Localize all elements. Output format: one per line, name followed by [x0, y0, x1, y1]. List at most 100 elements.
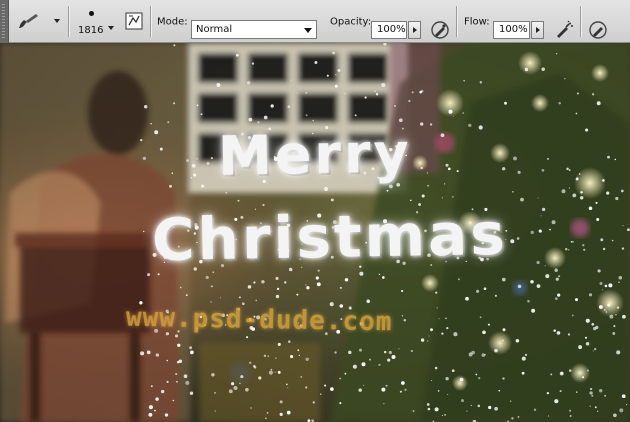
snow-speck [436, 307, 438, 309]
snow-speck [258, 376, 262, 380]
snow-speck [404, 388, 407, 391]
snow-speck [619, 408, 624, 413]
snow-speck [185, 380, 190, 385]
snow-speck [231, 382, 235, 386]
snow-speck [270, 368, 273, 371]
snow-speck [330, 198, 334, 202]
snow-speck [277, 342, 281, 346]
snow-speck [551, 220, 556, 225]
snow-speck [166, 380, 169, 383]
brush-size-value: 1816 [78, 25, 104, 36]
snow-speck [616, 350, 621, 355]
snow-speck [140, 351, 145, 356]
snow-speck [555, 277, 559, 281]
snow-speck [214, 410, 216, 412]
snow-speck [517, 415, 520, 418]
airbrush-button[interactable] [554, 20, 574, 40]
snow-speck [190, 176, 193, 179]
snow-speck [276, 287, 280, 291]
snow-speck [148, 405, 153, 410]
snow-speck [265, 417, 267, 420]
snow-speck [476, 289, 480, 293]
snow-speck [401, 315, 404, 317]
pressure-size-button[interactable] [588, 20, 608, 40]
snow-speck [558, 102, 561, 105]
snow-speck [428, 335, 430, 337]
snow-speck [420, 338, 425, 342]
snow-speck [176, 380, 178, 383]
snow-speck [445, 377, 449, 381]
snow-speck [324, 187, 328, 191]
snow-speck [196, 158, 198, 160]
snow-speck [315, 276, 319, 280]
snow-speck [210, 285, 213, 288]
snow-speck [296, 293, 299, 296]
opacity-input[interactable]: 100% [371, 21, 407, 39]
snow-speck [613, 413, 617, 418]
snow-speck [237, 199, 240, 202]
pressure-opacity-button[interactable] [430, 20, 450, 40]
snow-speck [469, 352, 471, 354]
snow-speck [398, 348, 400, 350]
snow-speck [457, 278, 460, 281]
snow-speck [567, 333, 571, 336]
snow-speck [154, 130, 159, 135]
snow-speck [627, 228, 630, 232]
snow-speck [419, 90, 423, 94]
snow-speck [312, 401, 315, 404]
brush-tip-preview [89, 11, 94, 16]
toolbar-grip[interactable] [0, 0, 9, 43]
brush-preset-picker[interactable]: 1816 [74, 6, 118, 38]
snow-speck [559, 390, 562, 393]
snow-speck [530, 230, 534, 235]
snow-speck [320, 393, 322, 395]
snow-speck [173, 102, 176, 105]
snow-speck [568, 169, 571, 171]
flow-label: Flow: [464, 16, 490, 28]
snow-speck [266, 412, 269, 414]
snow-speck [434, 407, 439, 412]
opacity-label: Opacity: [330, 16, 372, 28]
opacity-slider-button[interactable] [408, 21, 421, 39]
toggle-brush-panel-button[interactable] [124, 11, 144, 31]
snow-speck [441, 197, 443, 199]
tool-preset-picker[interactable] [14, 10, 60, 32]
snow-speck [540, 215, 542, 217]
snow-speck [520, 197, 524, 202]
snow-speck [607, 303, 611, 307]
snow-speck [344, 372, 347, 375]
snow-speck [530, 280, 534, 284]
snow-speck [582, 376, 585, 379]
snow-speck [142, 156, 146, 160]
snow-speck [401, 381, 405, 385]
snow-speck [626, 404, 628, 406]
caret-down-icon [54, 19, 60, 23]
snow-speck [547, 415, 550, 417]
snow-speck [314, 61, 318, 64]
snow-speck [225, 191, 228, 194]
snow-speck [571, 240, 574, 243]
snow-speck [615, 314, 617, 316]
snow-speck [441, 414, 443, 417]
snow-speck [453, 115, 455, 117]
snow-speck [566, 167, 569, 171]
flow-input[interactable]: 100% [493, 21, 530, 39]
snow-speck [612, 332, 616, 335]
snow-speck [361, 362, 366, 367]
snow-speck [459, 377, 464, 382]
pressure-size-icon [589, 21, 607, 39]
snow-speck [502, 167, 506, 171]
blend-mode-select[interactable]: Normal [191, 20, 317, 39]
snow-speck [568, 249, 570, 251]
divider [580, 6, 582, 37]
snow-speck [443, 183, 446, 185]
snow-speck [211, 373, 215, 377]
flow-slider-button[interactable] [531, 21, 544, 39]
document-canvas[interactable]: Merry Christmas www.psd-dude.com [0, 43, 630, 422]
snow-speck [375, 93, 379, 96]
snow-speck [614, 158, 617, 161]
snow-speck [521, 356, 526, 361]
snow-speck [595, 201, 598, 204]
snow-speck [585, 318, 590, 323]
snow-speck [494, 348, 498, 353]
